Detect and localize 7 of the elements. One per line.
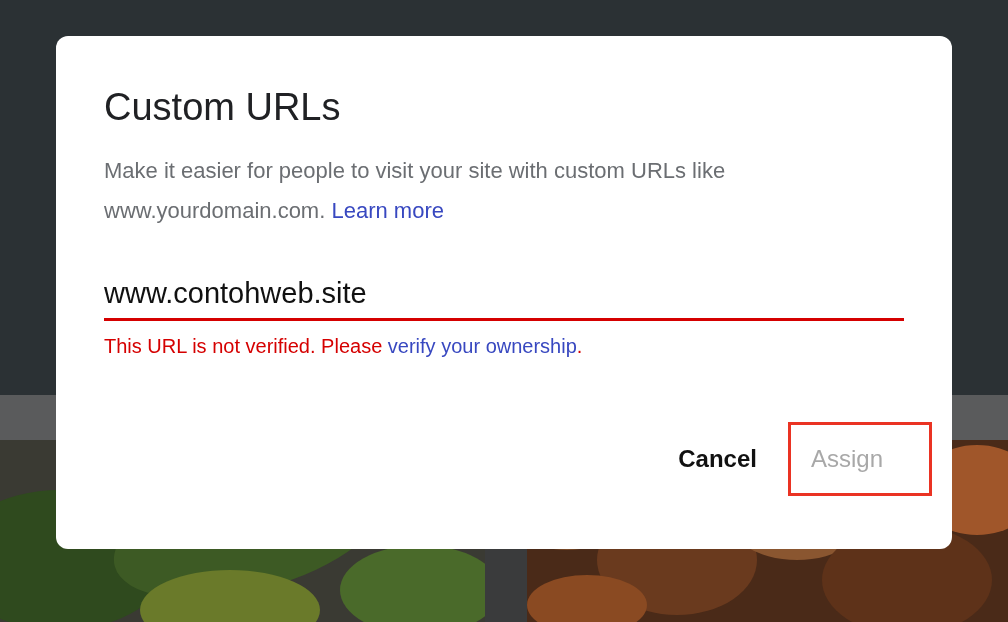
- description: Make it easier for people to visit your site with custom URLs like www.yourdomain.com. Learn more: [104, 157, 727, 225]
- dialog-title: Custom URLs: [104, 86, 341, 129]
- cancel-button[interactable]: Cancel: [653, 422, 782, 496]
- verify-link[interactable]: verify your ownership: [387, 335, 577, 357]
- url-field[interactable]: www.contohweb.site: [104, 277, 904, 321]
- error-message: This URL is not verified. Please verify your ownership.: [104, 335, 584, 358]
- learn-more-link[interactable]: Learn more: [331, 198, 444, 223]
